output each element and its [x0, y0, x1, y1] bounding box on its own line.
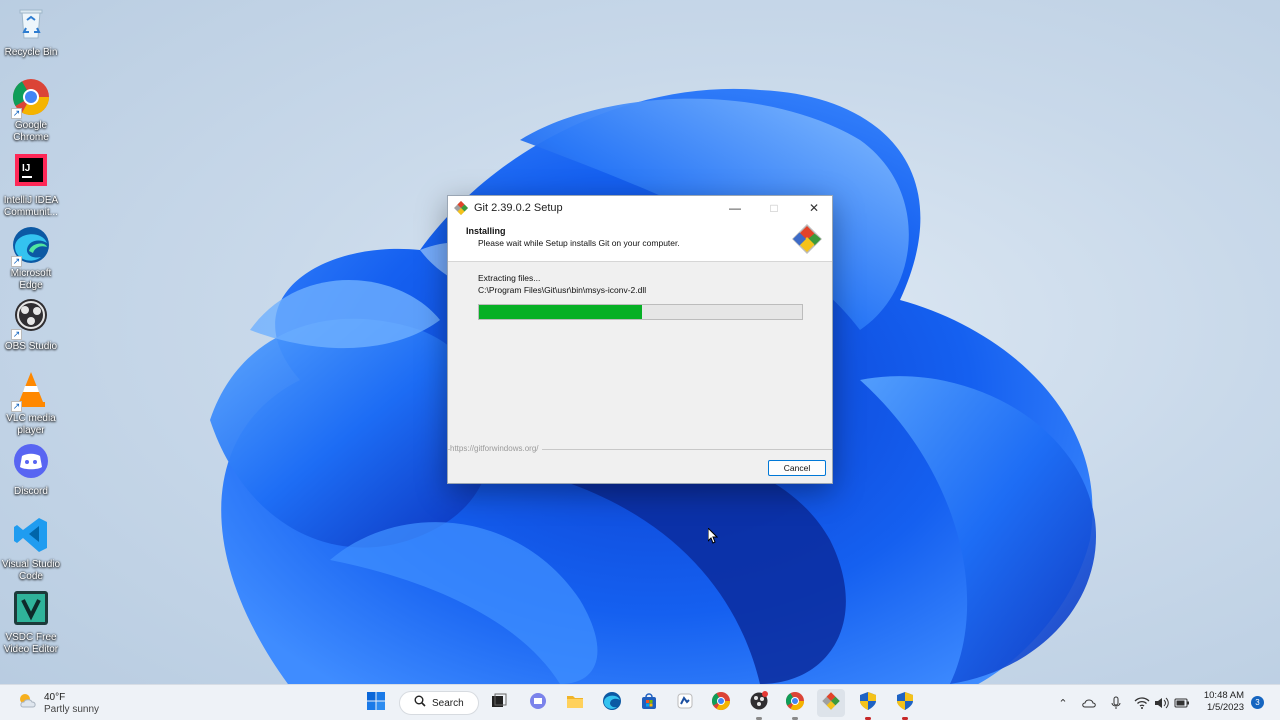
dialog-body: Extracting files... C:\Program Files\Git…	[448, 262, 832, 448]
windows-start-icon	[366, 691, 386, 716]
security-shield-button[interactable]	[856, 691, 880, 720]
search-label: Search	[432, 697, 464, 709]
footer-url: https://gitforwindows.org/	[450, 444, 543, 453]
desktop-icon-label: VSDC Free Video Editor	[3, 632, 59, 655]
maximize-button: □	[770, 201, 778, 215]
teams-chat-button[interactable]	[526, 691, 550, 715]
partly-sunny-icon	[16, 690, 38, 717]
git-setup-dialog: Git 2.39.0.2 Setup — □ ✕ Installing Plea…	[447, 195, 833, 484]
dialog-title: Git 2.39.0.2 Setup	[474, 202, 563, 214]
chrome-icon	[785, 691, 805, 716]
git-setup-taskbar-button[interactable]	[817, 689, 845, 717]
git-logo-icon	[453, 200, 469, 216]
git-diamond-logo-icon	[790, 222, 824, 256]
battery-icon[interactable]	[1174, 695, 1190, 711]
desktop-icon-vsdc[interactable]: VSDC Free Video Editor	[0, 589, 62, 656]
edge-icon: ↗	[11, 225, 51, 267]
desktop-icon-recycle-bin[interactable]: Recycle Bin	[0, 4, 62, 59]
desktop-icon-label: Microsoft Edge	[10, 268, 52, 291]
desktop-icon-vlc[interactable]: ↗ VLC media player	[0, 370, 62, 437]
vscode-icon	[11, 516, 51, 556]
dialog-header: Installing Please wait while Setup insta…	[448, 220, 832, 262]
security-shield-icon	[895, 691, 915, 716]
clock-time: 10:48 AM	[1203, 690, 1244, 701]
weather-description: Partly sunny	[44, 703, 100, 715]
status-text: Extracting files...	[478, 273, 541, 283]
show-hidden-icons-chevron-icon[interactable]: ⌃	[1055, 695, 1071, 711]
current-file-path: C:\Program Files\Git\usr\bin\msys-iconv-…	[478, 285, 647, 295]
obs-icon: ↗	[11, 298, 51, 340]
mouse-cursor-icon	[708, 528, 718, 544]
desktop-icon-intellij[interactable]: IJ IntelliJ IDEA Communit...	[0, 152, 62, 219]
weather-widget[interactable]: 40°F Partly sunny	[16, 690, 99, 717]
chrome-taskbar-button[interactable]	[709, 691, 733, 715]
app-button[interactable]	[673, 691, 697, 715]
task-view-icon	[490, 692, 508, 715]
clock-date: 1/5/2023	[1207, 702, 1244, 713]
obs-taskbar-button[interactable]	[747, 690, 771, 720]
desktop-icon-edge[interactable]: ↗ Microsoft Edge	[0, 225, 62, 292]
search-icon	[414, 694, 426, 712]
notification-badge[interactable]: 3	[1251, 696, 1264, 709]
recycle-bin-icon	[11, 4, 51, 44]
desktop-icon-label: Google Chrome	[13, 120, 49, 143]
file-explorer-button[interactable]	[563, 691, 587, 715]
cancel-button[interactable]: Cancel	[768, 460, 826, 476]
close-button[interactable]: ✕	[795, 196, 833, 220]
desktop-icon-chrome[interactable]: ↗ Google Chrome	[0, 77, 62, 144]
desktop-icon-label: VLC media player	[6, 413, 56, 436]
discord-icon	[11, 443, 51, 483]
store-icon	[639, 691, 659, 716]
desktop-icon-label: OBS Studio	[4, 341, 58, 352]
security-shield-button-2[interactable]	[893, 691, 917, 720]
taskbar-clock[interactable]: 10:48 AM 1/5/2023	[1200, 690, 1244, 714]
header-subtitle: Please wait while Setup installs Git on …	[478, 238, 680, 248]
file-explorer-icon	[565, 691, 585, 716]
footer-divider: https://gitforwindows.org/	[448, 444, 832, 453]
desktop-icon-label: IntelliJ IDEA Communit...	[3, 195, 59, 218]
git-setup-icon	[821, 691, 841, 716]
edge-taskbar-button[interactable]	[600, 691, 624, 715]
weather-temperature: 40°F	[44, 691, 66, 703]
chrome-taskbar-button-2[interactable]	[783, 691, 807, 720]
microphone-icon[interactable]	[1108, 695, 1124, 711]
install-progress-bar	[478, 304, 803, 320]
taskbar: 40°F Partly sunny Search ⌃ 10:48 AM 1/5/…	[0, 684, 1280, 720]
app-icon	[676, 692, 694, 715]
vlc-icon: ↗	[11, 370, 51, 412]
header-title: Installing	[466, 226, 506, 236]
security-shield-icon	[858, 691, 878, 716]
desktop-icon-label: Recycle Bin	[4, 47, 58, 58]
obs-icon	[749, 690, 769, 716]
svg-text:IJ: IJ	[22, 163, 30, 174]
teams-chat-icon	[528, 691, 548, 716]
edge-icon	[602, 691, 622, 716]
onedrive-cloud-icon[interactable]	[1081, 695, 1097, 711]
intellij-icon: IJ	[11, 152, 51, 192]
vsdc-icon	[11, 589, 51, 629]
wifi-icon[interactable]	[1134, 695, 1150, 711]
desktop-icon-label: Discord	[14, 486, 48, 497]
chrome-icon: ↗	[11, 77, 51, 119]
desktop-icon-vscode[interactable]: Visual Studio Code	[0, 516, 62, 583]
start-button[interactable]	[364, 691, 388, 715]
desktop-icon-label: Visual Studio Code	[1, 559, 61, 582]
task-view-button[interactable]	[487, 691, 511, 715]
minimize-button[interactable]: —	[716, 196, 754, 220]
progress-bar-fill	[479, 305, 643, 319]
desktop-icon-discord[interactable]: Discord	[0, 443, 62, 498]
dialog-titlebar[interactable]: Git 2.39.0.2 Setup — □ ✕	[448, 196, 832, 220]
chrome-icon	[711, 691, 731, 716]
store-button[interactable]	[637, 691, 661, 715]
desktop-icon-obs[interactable]: ↗ OBS Studio	[0, 298, 62, 353]
volume-icon[interactable]	[1154, 695, 1170, 711]
taskbar-search-box[interactable]: Search	[399, 691, 479, 715]
